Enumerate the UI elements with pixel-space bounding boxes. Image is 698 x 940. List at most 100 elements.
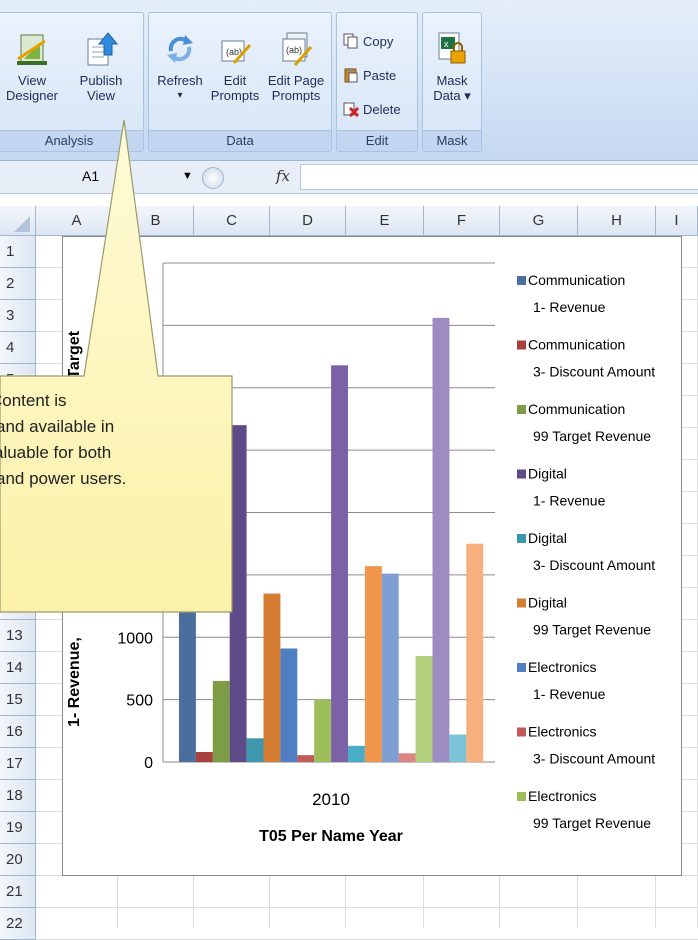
bar-series-9[interactable] xyxy=(314,699,332,762)
paste-icon xyxy=(344,68,358,83)
callout-line-2: and available in xyxy=(0,417,115,436)
row-header-13[interactable]: 13 xyxy=(0,620,36,652)
row-header-1[interactable]: 1 xyxy=(0,236,36,268)
bar-series-2[interactable] xyxy=(195,752,213,762)
row-header-3[interactable]: 3 xyxy=(0,300,36,332)
fx-icon: fx xyxy=(275,167,290,185)
column-header-i[interactable]: I xyxy=(656,206,698,236)
group-label-analysis: Analysis xyxy=(0,130,143,151)
legend-label: Digital xyxy=(528,595,567,611)
row-header-19[interactable]: 19 xyxy=(0,812,36,844)
legend-label: Electronics xyxy=(528,659,596,675)
copy-button[interactable]: Copy xyxy=(343,31,393,53)
callout-line-4: and power users. xyxy=(0,469,127,488)
view-designer-button[interactable]: View Designer xyxy=(1,31,63,103)
row-header-21[interactable]: 21 xyxy=(0,876,36,908)
group-label-mask: Mask xyxy=(423,130,481,151)
y-tick-label: 500 xyxy=(126,693,153,710)
bar-series-5[interactable] xyxy=(246,738,264,762)
column-header-c[interactable]: C xyxy=(194,206,270,236)
column-header-f[interactable]: F xyxy=(424,206,500,236)
bar-series-12[interactable] xyxy=(364,566,382,762)
column-header-e[interactable]: E xyxy=(346,206,424,236)
legend-label: Digital xyxy=(528,466,567,482)
edit-page-prompts-label-1: Edit Page xyxy=(267,73,325,88)
legend-label: Communication xyxy=(528,337,625,353)
view-designer-icon xyxy=(17,34,47,65)
bar-series-8[interactable] xyxy=(297,755,315,762)
row-header-20[interactable]: 20 xyxy=(0,844,36,876)
legend-swatch xyxy=(517,727,526,737)
mask-data-button[interactable]: x Mask Data ▾ xyxy=(425,31,479,103)
ribbon-group-data: Refresh ▾ (ab) Edit Prompts (ab) Edit Pa… xyxy=(148,12,332,152)
bar-series-4[interactable] xyxy=(229,425,247,762)
select-all-icon xyxy=(14,216,30,232)
legend-swatch xyxy=(517,598,526,608)
bar-series-6[interactable] xyxy=(263,593,281,762)
paste-button[interactable]: Paste xyxy=(343,65,396,87)
bar-series-17[interactable] xyxy=(449,734,467,762)
insert-function-button[interactable]: fx xyxy=(270,164,296,188)
row-header-9[interactable]: 9 xyxy=(0,492,36,524)
column-header-h[interactable]: H xyxy=(578,206,656,236)
row-header-10[interactable]: 10 xyxy=(0,524,36,556)
legend-label: 99 Target Revenue xyxy=(533,428,651,444)
copy-icon xyxy=(343,33,358,49)
row-header-17[interactable]: 17 xyxy=(0,748,36,780)
mask-data-label-1: Mask xyxy=(436,73,468,88)
publish-view-button[interactable]: Publish View xyxy=(73,31,129,103)
row-header-16[interactable]: 16 xyxy=(0,716,36,748)
column-header-a[interactable]: A xyxy=(36,206,118,236)
bar-series-18[interactable] xyxy=(466,543,484,762)
row-header-22[interactable]: 22 xyxy=(0,908,36,940)
legend-label: Communication xyxy=(528,401,625,417)
name-box-value: A1 xyxy=(82,168,100,184)
bar-series-3[interactable] xyxy=(212,680,230,762)
name-box-dropdown-icon[interactable]: ▼ xyxy=(182,165,193,187)
bar-series-11[interactable] xyxy=(348,745,365,762)
refresh-label: Refresh xyxy=(157,73,203,88)
svg-text:(ab): (ab) xyxy=(286,45,302,55)
mask-data-label-2: Data ▾ xyxy=(433,88,471,103)
bar-series-16[interactable] xyxy=(432,317,450,762)
row-header-4[interactable]: 4 xyxy=(0,332,36,364)
legend-label: 3- Discount Amount xyxy=(533,557,655,573)
bar-series-14[interactable] xyxy=(398,753,416,762)
row-header-11[interactable]: 11 xyxy=(0,556,36,588)
bar-series-15[interactable] xyxy=(415,655,433,762)
edit-page-prompts-button[interactable]: (ab) Edit Page Prompts xyxy=(263,31,329,103)
row-header-18[interactable]: 18 xyxy=(0,780,36,812)
name-box[interactable]: A1 ▼ xyxy=(64,165,204,187)
row-header-14[interactable]: 14 xyxy=(0,652,36,684)
row-header-2[interactable]: 2 xyxy=(0,268,36,300)
delete-button[interactable]: Delete xyxy=(343,99,401,121)
formula-separator xyxy=(202,167,224,189)
edit-prompts-button[interactable]: (ab) Edit Prompts xyxy=(207,31,263,103)
legend-label: 1- Revenue xyxy=(533,299,606,315)
y-tick-label: 0 xyxy=(144,755,153,772)
mask-data-icon: x xyxy=(438,32,466,64)
legend-swatch xyxy=(517,340,526,350)
bar-series-7[interactable] xyxy=(280,648,298,762)
paste-label: Paste xyxy=(363,68,397,83)
legend-swatch xyxy=(517,663,526,672)
y-tick-label: 1000 xyxy=(117,630,153,647)
bar-series-13[interactable] xyxy=(381,573,399,762)
refresh-button[interactable]: Refresh ▾ xyxy=(153,31,207,103)
copy-label: Copy xyxy=(363,34,394,49)
ribbon-group-mask: x Mask Data ▾ Mask xyxy=(422,12,482,152)
formula-input[interactable] xyxy=(300,164,698,190)
column-header-d[interactable]: D xyxy=(270,206,346,236)
select-all-corner[interactable] xyxy=(0,206,36,236)
legend-swatch xyxy=(517,469,526,479)
callout-line-1: Content is xyxy=(0,391,67,410)
column-header-g[interactable]: G xyxy=(500,206,578,236)
column-header-b[interactable]: B xyxy=(118,206,194,236)
refresh-dropdown-arrow[interactable]: ▾ xyxy=(153,88,207,103)
publish-view-icon xyxy=(87,32,118,66)
chart[interactable]: 0 500 1000 2010 T05 Per Name Year 1- Reven… xyxy=(62,236,682,876)
row-header-12[interactable]: 12 xyxy=(0,588,36,620)
bar-series-10[interactable] xyxy=(331,365,348,762)
bar-series-1[interactable] xyxy=(179,574,196,762)
row-header-15[interactable]: 15 xyxy=(0,684,36,716)
